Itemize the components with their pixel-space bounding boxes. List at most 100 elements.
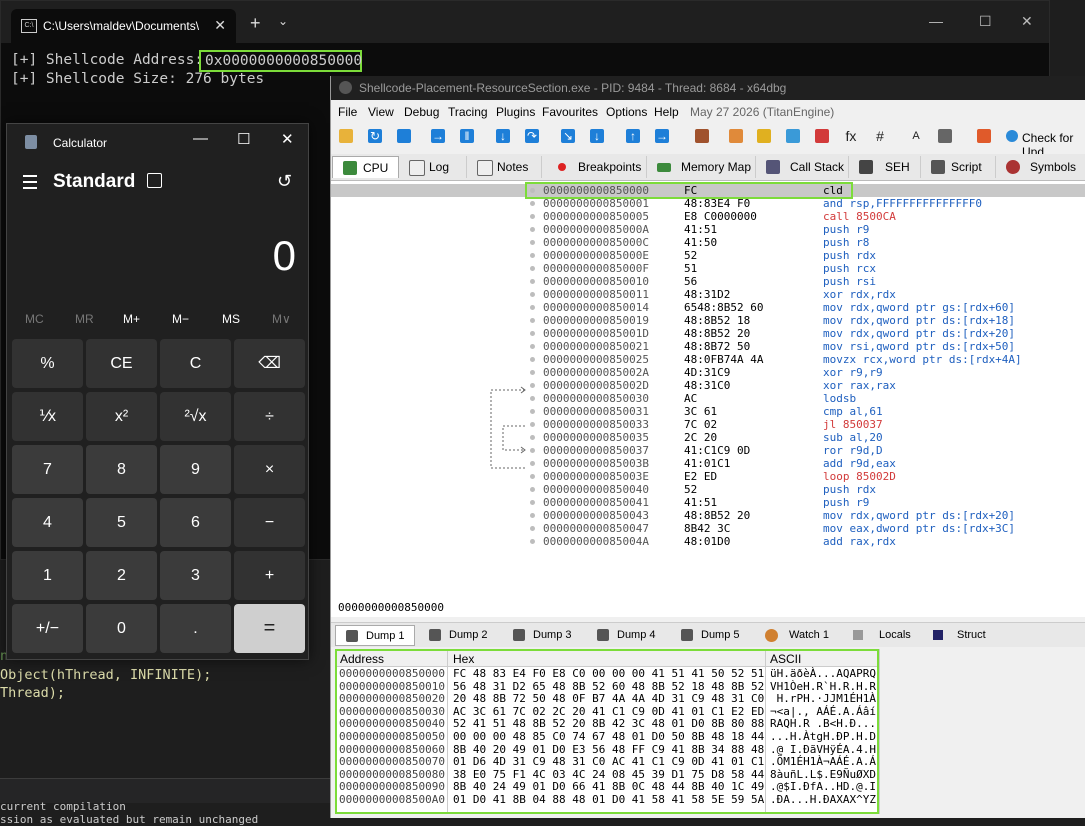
- breakpoint-dot[interactable]: [530, 240, 535, 245]
- breakpoint-dot[interactable]: [530, 266, 535, 271]
- breakpoint-dot[interactable]: [530, 422, 535, 427]
- close-icon[interactable]: ✕: [281, 130, 294, 148]
- breakpoint-dot[interactable]: [530, 279, 535, 284]
- tab-seh[interactable]: SEH: [849, 156, 921, 178]
- disasm-row[interactable]: 0000000000850010 56 push rsi: [331, 275, 1085, 288]
- menu-file[interactable]: File: [338, 105, 357, 119]
- hamburger-menu-icon[interactable]: [23, 175, 37, 189]
- patch-icon[interactable]: [729, 129, 743, 143]
- breakpoint-dot[interactable]: [530, 305, 535, 310]
- menu-plugins[interactable]: Plugins: [496, 105, 535, 119]
- disasm-row[interactable]: 0000000000850019 48:8B52 18 mov rdx,qword …: [331, 314, 1085, 327]
- functions-icon[interactable]: fx: [844, 129, 858, 143]
- disasm-row[interactable]: 000000000085004A 48:01D0 add rax,rdx: [331, 535, 1085, 548]
- history-icon[interactable]: ↺: [277, 171, 292, 192]
- calc-key-six[interactable]: 6: [160, 498, 231, 547]
- disasm-row[interactable]: 0000000000850043 48:8B52 20 mov rdx,qword …: [331, 509, 1085, 522]
- open-icon[interactable]: [339, 129, 353, 143]
- disasm-row[interactable]: 0000000000850005 E8 C0000000 call 8500CA: [331, 210, 1085, 223]
- calc-key-nine[interactable]: 9: [160, 445, 231, 494]
- trace-into-icon[interactable]: ↘: [561, 129, 575, 143]
- minimize-icon[interactable]: —: [193, 130, 208, 147]
- pause-icon[interactable]: ‖: [460, 129, 474, 143]
- breakpoint-dot[interactable]: [530, 253, 535, 258]
- run-to-user-code-icon[interactable]: →: [655, 129, 669, 143]
- disasm-row[interactable]: 0000000000850031 3C 61 cmp al,61: [331, 405, 1085, 418]
- calc-key-decimal[interactable]: .: [160, 604, 231, 653]
- tab-breakpoints[interactable]: Breakpoints: [542, 156, 647, 178]
- breakpoint-dot[interactable]: [530, 487, 535, 492]
- tab-memory-map[interactable]: Memory Map: [647, 156, 756, 178]
- calc-key-four[interactable]: 4: [12, 498, 83, 547]
- disasm-row[interactable]: 000000000085001D 48:8B52 20 mov rdx,qword …: [331, 327, 1085, 340]
- calc-key-eight[interactable]: 8: [86, 445, 157, 494]
- disasm-row[interactable]: 0000000000850030 AC lodsb: [331, 392, 1085, 405]
- breakpoint-dot[interactable]: [530, 383, 535, 388]
- chevron-down-icon[interactable]: ⌄: [278, 14, 288, 28]
- disasm-row[interactable]: 0000000000850014 6548:8B52 60 mov rdx,qwor…: [331, 301, 1085, 314]
- memory-recall-button[interactable]: MR: [75, 312, 94, 326]
- breakpoint-dot[interactable]: [530, 318, 535, 323]
- close-icon[interactable]: ✕: [1021, 13, 1033, 30]
- memory-list-button[interactable]: M∨: [272, 312, 291, 326]
- breakpoint-dot[interactable]: [530, 201, 535, 206]
- calc-key-five[interactable]: 5: [86, 498, 157, 547]
- new-tab-button[interactable]: +: [250, 13, 261, 34]
- breakpoint-dot[interactable]: [530, 526, 535, 531]
- tab-script[interactable]: Script: [921, 156, 996, 178]
- breakpoint-dot[interactable]: [530, 214, 535, 219]
- scylla-icon[interactable]: [695, 129, 709, 143]
- keep-on-top-icon[interactable]: [147, 173, 162, 188]
- step-into-icon[interactable]: ↓: [496, 129, 510, 143]
- disasm-row[interactable]: 000000000085002A 4D:31C9 xor r9,r9: [331, 366, 1085, 379]
- disasm-row[interactable]: 000000000085000F 51 push rcx: [331, 262, 1085, 275]
- breakpoint-dot[interactable]: [530, 409, 535, 414]
- breakpoint-dot[interactable]: [530, 370, 535, 375]
- calc-key-equals[interactable]: =: [234, 604, 305, 653]
- comments-icon[interactable]: [757, 129, 771, 143]
- tab-log[interactable]: Log: [399, 156, 467, 178]
- maximize-icon[interactable]: ☐: [979, 13, 992, 30]
- breakpoint-dot[interactable]: [530, 331, 535, 336]
- minimize-icon[interactable]: —: [929, 13, 943, 29]
- calc-key-percent[interactable]: %: [12, 339, 83, 388]
- breakpoint-dot[interactable]: [530, 435, 535, 440]
- breakpoint-dot[interactable]: [530, 500, 535, 505]
- calculator-icon[interactable]: [977, 129, 991, 143]
- execute-till-return-icon[interactable]: ↑: [626, 129, 640, 143]
- memory-clear-button[interactable]: MC: [25, 312, 44, 326]
- disasm-row[interactable]: 0000000000850021 48:8B72 50 mov rsi,qword …: [331, 340, 1085, 353]
- disasm-row[interactable]: 0000000000850033 7C 02 jl 850037: [331, 418, 1085, 431]
- step-over-icon[interactable]: ↷: [525, 129, 539, 143]
- disassembly-view[interactable]: 0000000000850000 FC cld 0000000000850001 48:…: [331, 181, 1085, 617]
- breakpoint-dot[interactable]: [530, 474, 535, 479]
- tab-symbols[interactable]: Symbols: [996, 156, 1085, 178]
- settings-icon[interactable]: [938, 129, 952, 143]
- run-icon[interactable]: →: [431, 129, 445, 143]
- calc-key-clear[interactable]: C: [160, 339, 231, 388]
- disasm-row[interactable]: 000000000085000A 41:51 push r9: [331, 223, 1085, 236]
- disasm-row[interactable]: 000000000085002D 48:31C0 xor rax,rax: [331, 379, 1085, 392]
- menu-debug[interactable]: Debug: [404, 105, 439, 119]
- calc-key-seven[interactable]: 7: [12, 445, 83, 494]
- tab-struct[interactable]: Struct: [917, 625, 1037, 646]
- hash-icon[interactable]: #: [873, 129, 887, 143]
- menu-favourites[interactable]: Favourites: [542, 105, 598, 119]
- hex-dump-view[interactable]: Address Hex ASCII 0000000000850000 FC 48 …: [335, 649, 879, 814]
- breakpoint-dot[interactable]: [530, 461, 535, 466]
- calc-key-negate[interactable]: +/−: [12, 604, 83, 653]
- calc-key-add[interactable]: +: [234, 551, 305, 600]
- disasm-row[interactable]: 0000000000850047 8B42 3C mov eax,dword ptr…: [331, 522, 1085, 535]
- disasm-row[interactable]: 0000000000850035 2C 20 sub al,20: [331, 431, 1085, 444]
- disasm-row[interactable]: 000000000085000E 52 push rdx: [331, 249, 1085, 262]
- calc-key-one[interactable]: 1: [12, 551, 83, 600]
- menu-view[interactable]: View: [368, 105, 394, 119]
- calc-key-multiply[interactable]: ×: [234, 445, 305, 494]
- trace-over-icon[interactable]: ↓: [590, 129, 604, 143]
- close-tab-icon[interactable]: ✕: [214, 17, 226, 34]
- breakpoint-dot[interactable]: [530, 292, 535, 297]
- menu-help[interactable]: Help: [654, 105, 679, 119]
- tab-cpu[interactable]: CPU: [332, 156, 399, 178]
- breakpoint-dot[interactable]: [530, 357, 535, 362]
- disasm-row[interactable]: 0000000000850041 41:51 push r9: [331, 496, 1085, 509]
